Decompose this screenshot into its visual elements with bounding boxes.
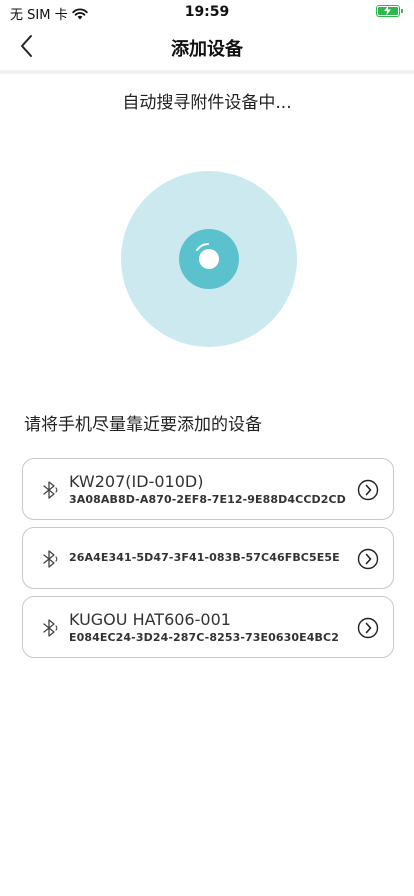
proximity-hint: 请将手机尽量靠近要添加的设备 — [24, 415, 262, 435]
device-name: KW207(ID-010D) — [69, 472, 204, 491]
bluetooth-icon — [43, 619, 58, 637]
bluetooth-icon — [43, 481, 58, 499]
device-id: 26A4E341-5D47-3F41-083B-57C46FBC5E5E — [69, 551, 340, 564]
device-card[interactable]: KW207(ID-010D) 3A08AB8D-A870-2EF8-7E12-9… — [22, 458, 394, 520]
searching-status: 自动搜寻附件设备中... — [122, 93, 292, 113]
chevron-right-circle-icon[interactable] — [357, 617, 379, 639]
device-card[interactable]: 26A4E341-5D47-3F41-083B-57C46FBC5E5E — [22, 527, 394, 589]
chevron-right-circle-icon[interactable] — [357, 548, 379, 570]
nav-bar: 添加设备 — [0, 24, 414, 70]
status-time: 19:59 — [184, 4, 230, 20]
nav-divider — [0, 70, 414, 74]
device-name: KUGOU HAT606-001 — [69, 610, 231, 629]
bluetooth-icon — [43, 550, 58, 568]
chevron-right-circle-icon[interactable] — [357, 479, 379, 501]
battery-charging-icon — [376, 5, 403, 17]
device-id: 3A08AB8D-A870-2EF8-7E12-9E88D4CCD2CD — [69, 493, 346, 506]
scan-center-dot — [199, 249, 219, 269]
device-id: E084EC24-3D24-287C-8253-73E0630E4BC2 — [69, 631, 339, 644]
page-title: 添加设备 — [171, 39, 243, 60]
charging-bolt-icon — [384, 6, 391, 15]
status-bar: 无 SIM 卡 19:59 — [0, 0, 414, 24]
device-list: KW207(ID-010D) 3A08AB8D-A870-2EF8-7E12-9… — [22, 458, 394, 665]
device-card[interactable]: KUGOU HAT606-001 E084EC24-3D24-287C-8253… — [22, 596, 394, 658]
